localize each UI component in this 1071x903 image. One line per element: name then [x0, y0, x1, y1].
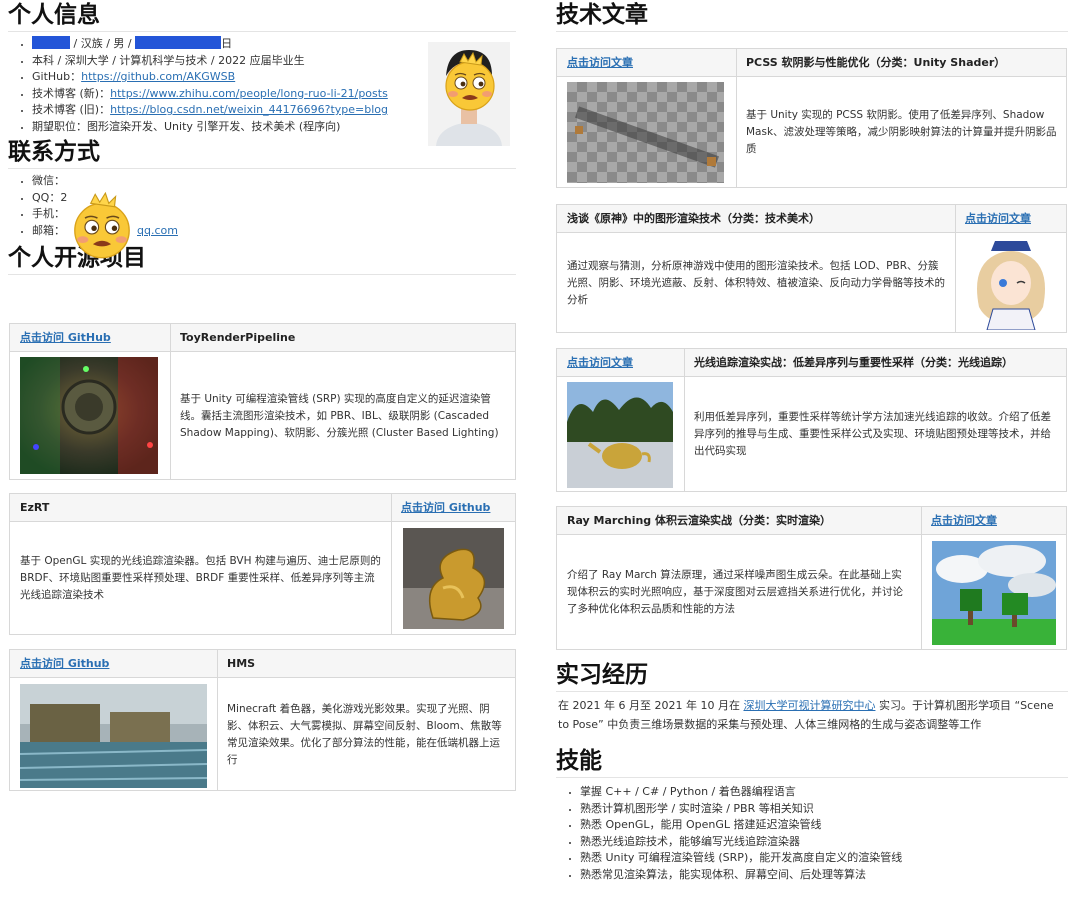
article-link[interactable]: 点击访问文章	[955, 205, 1068, 232]
project-title: HMS	[227, 657, 256, 670]
right-column: 技术文章	[556, 0, 1068, 32]
articles-heading: 技术文章	[556, 0, 1068, 32]
skill-item: 熟悉光线追踪技术，能够编写光线追踪渲染器	[580, 834, 1068, 851]
zhihu-link[interactable]: https://www.zhihu.com/people/long-ruo-li…	[110, 87, 388, 100]
profile-heading: 个人信息	[8, 0, 516, 32]
internship-paragraph: 在 2021 年 6 月至 2021 年 10 月在 深圳大学可视计算研究中心 …	[558, 699, 1054, 731]
project-thumbnail	[403, 528, 504, 629]
project-link[interactable]: 点击访问 GitHub	[10, 324, 170, 351]
project-thumbnail	[20, 684, 207, 788]
project-title: EzRT	[20, 501, 50, 514]
lab-link[interactable]: 深圳大学可视计算研究中心	[743, 699, 875, 712]
redaction-bar	[32, 36, 70, 49]
article-title: 光线追踪渲染实战：低差异序列与重要性采样（分类：光线追踪）	[694, 356, 1013, 369]
article-title: 浅谈《原神》中的图形渲染技术（分类：技术美术）	[567, 212, 820, 225]
skill-item: 熟悉常见渲染算法，能实现体积、屏幕空间、后处理等算法	[580, 867, 1068, 884]
contact-wechat: 微信：	[32, 173, 516, 190]
github-link[interactable]: https://github.com/AKGWSB	[81, 70, 235, 83]
project-title: ToyRenderPipeline	[180, 331, 296, 344]
internship-section: 实习经历 在 2021 年 6 月至 2021 年 10 月在 深圳大学可视计算…	[556, 660, 1068, 883]
skill-item: 熟悉 Unity 可编程渲染管线 (SRP)，能开发高度自定义的渲染管线	[580, 850, 1068, 867]
article-card: 浅谈《原神》中的图形渲染技术（分类：技术美术） 点击访问文章 通过观察与猜测，分…	[556, 204, 1067, 333]
redaction-bar	[135, 36, 222, 49]
article-thumbnail	[567, 82, 724, 183]
csdn-link[interactable]: https://blog.csdn.net/weixin_44176696?ty…	[110, 103, 388, 116]
project-link[interactable]: 点击访问 Github	[10, 650, 217, 677]
project-card: 点击访问 GitHub ToyRenderPipeline 基于 Unity 可…	[9, 323, 516, 480]
article-title: PCSS 软阴影与性能优化（分类：Unity Shader）	[746, 56, 1006, 69]
internship-heading: 实习经历	[556, 660, 1068, 692]
article-card: 点击访问文章 光线追踪渲染实战：低差异序列与重要性采样（分类：光线追踪） 利用低…	[556, 348, 1067, 492]
project-link[interactable]: 点击访问 Github	[391, 494, 516, 521]
skill-item: 掌握 C++ / C# / Python / 着色器编程语言	[580, 784, 1068, 801]
article-thumbnail	[567, 382, 673, 488]
article-thumbnail	[965, 237, 1057, 330]
article-title: Ray Marching 体积云渲染实战（分类：实时渲染）	[567, 514, 832, 527]
project-description: 基于 OpenGL 实现的光线追踪渲染器。包括 BVH 构建与遍历、迪士尼原则的…	[20, 555, 381, 601]
article-thumbnail	[932, 541, 1056, 645]
skill-item: 熟悉计算机图形学 / 实时渲染 / PBR 等相关知识	[580, 801, 1068, 818]
project-thumbnail	[20, 357, 158, 474]
project-card: EzRT 点击访问 Github 基于 OpenGL 实现的光线追踪渲染器。包括…	[9, 493, 516, 635]
skills-list: 掌握 C++ / C# / Python / 着色器编程语言 熟悉计算机图形学 …	[556, 784, 1068, 883]
emoji-cover-icon	[74, 192, 130, 259]
article-link[interactable]: 点击访问文章	[921, 507, 1068, 534]
project-card: 点击访问 Github HMS Minecraft 着色器，美化游戏光影效果。实…	[9, 649, 516, 791]
skills-heading: 技能	[556, 746, 1068, 778]
article-description: 通过观察与猜测，分析原神游戏中使用的图形渲染技术。包括 LOD、PBR、分簇光照…	[567, 259, 945, 306]
article-card: 点击访问文章 PCSS 软阴影与性能优化（分类：Unity Shader） 基于…	[556, 48, 1067, 188]
avatar	[428, 42, 510, 146]
email-link[interactable]: qq.com	[137, 224, 178, 237]
article-description: 利用低差异序列，重要性采样等统计学方法加速光线追踪的收敛。介绍了低差异序列的推导…	[694, 411, 1051, 457]
skill-item: 熟悉 OpenGL，能用 OpenGL 搭建延迟渲染管线	[580, 817, 1068, 834]
article-description: 基于 Unity 实现的 PCSS 软阴影。使用了低差异序列、Shadow Ma…	[746, 109, 1057, 155]
emoji-cover-icon	[445, 52, 495, 111]
article-link[interactable]: 点击访问文章	[557, 349, 684, 376]
project-description: Minecraft 着色器，美化游戏光影效果。实现了光照、阴影、体积云、大气雾模…	[227, 702, 502, 766]
project-description: 基于 Unity 可编程渲染管线 (SRP) 实现的高度自定义的延迟渲染管线。囊…	[180, 392, 499, 439]
article-description: 介绍了 Ray March 算法原理，通过采样噪声图生成云朵。在此基础上实现体积…	[567, 569, 903, 615]
article-link[interactable]: 点击访问文章	[557, 49, 736, 76]
article-card: Ray Marching 体积云渲染实战（分类：实时渲染） 点击访问文章 介绍了…	[556, 506, 1067, 650]
